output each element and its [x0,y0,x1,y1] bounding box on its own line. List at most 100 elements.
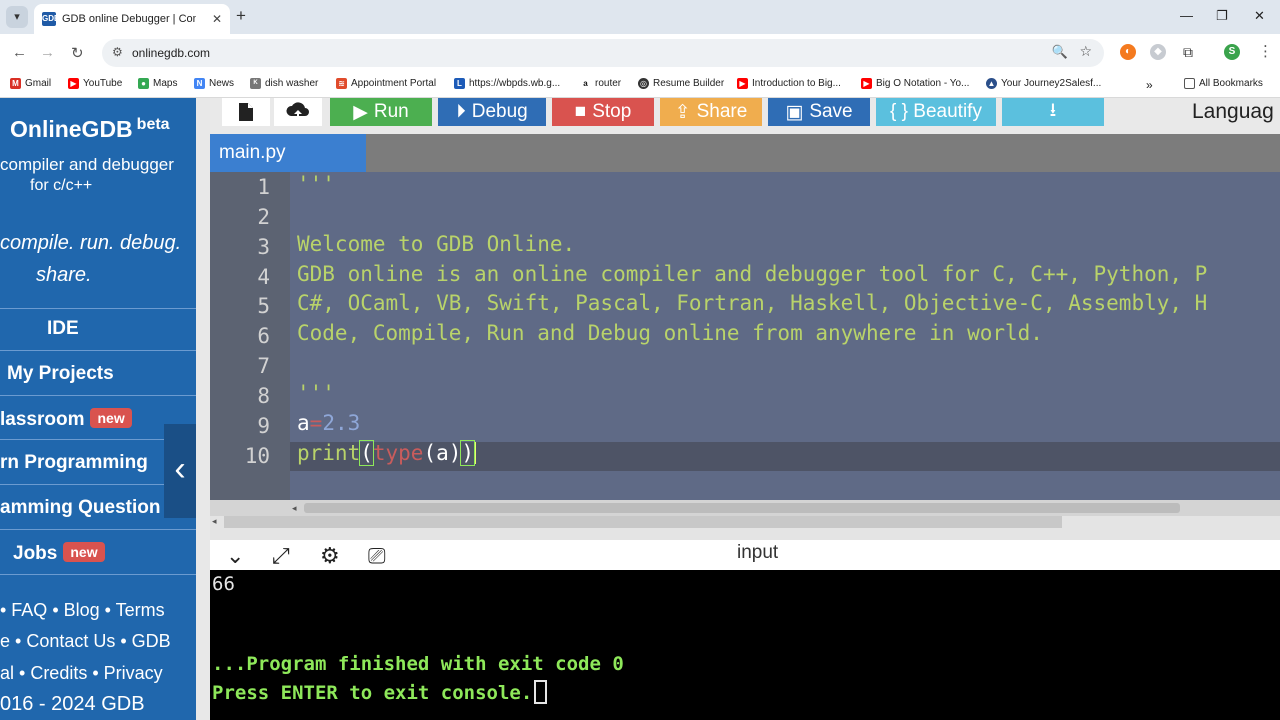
nav-divider [0,350,196,351]
footer-links-2[interactable]: e • Contact Us • GDB [0,631,171,652]
bracket-token: ) [460,440,476,466]
stop-square-icon: ■ [574,101,587,122]
bookmark-big-o[interactable]: ▶ Big O Notation - Yo... [861,78,969,89]
youtube-icon: ▶ [737,78,748,89]
argument-token: (a) [423,441,462,465]
bookmark-star-icon[interactable]: ☆ [1079,43,1092,60]
folder-icon [1184,78,1195,89]
browser-menu-icon[interactable]: ⋮ [1258,42,1273,60]
press-enter-message: Press ENTER to exit console. [212,680,548,704]
scroll-left-icon[interactable]: ◂ [292,500,297,516]
play-icon: ▶ [353,101,368,123]
extension-shield-icon[interactable]: ◆ [1150,44,1166,60]
minimize-window-icon[interactable]: — [1180,8,1193,23]
kaff-icon: K [250,78,261,89]
wbpds-icon: L [454,78,465,89]
input-label[interactable]: input [737,542,778,564]
subtitle-line-2: for c/c++ [30,177,93,194]
appointment-icon: ≋ [336,78,347,89]
upload-cloud-icon[interactable] [274,98,322,126]
resume-builder-icon: ◎ [638,78,649,89]
share-button[interactable]: ⇪ Share [660,98,762,126]
line-number: 8 [257,384,270,408]
scrollbar-thumb[interactable] [304,503,1180,513]
youtube-icon: ▶ [68,78,79,89]
reload-icon[interactable]: ↻ [71,44,84,62]
sidebar-edge [196,98,210,720]
new-tab-plus-icon[interactable]: + [236,6,246,26]
nav-jobs[interactable]: Jobs new [13,542,196,565]
profile-avatar[interactable]: S [1224,44,1240,60]
bookmark-resume-builder[interactable]: ◎ Resume Builder [638,78,724,89]
zoom-icon[interactable]: 🔍 [1052,44,1068,60]
program-finished-message: ...Program finished with exit code 0 [212,653,624,675]
restore-window-icon[interactable]: ❐ [1216,8,1228,24]
variable-token: a [297,411,310,435]
scroll-left-icon[interactable]: ◂ [212,516,217,527]
footer-links-1[interactable]: • FAQ • Blog • Terms [0,600,165,621]
gear-icon[interactable]: ⚙ [320,543,340,569]
file-tabs: main.py [210,134,1280,172]
save-button[interactable]: ▣ Save [768,98,870,126]
code-line-1: ''' [297,172,335,196]
debug-button[interactable]: ⏵ Debug [438,98,546,126]
site-info-icon[interactable]: ⚙ [112,45,123,59]
clear-console-icon[interactable]: ⎚ [368,543,386,569]
download-button[interactable]: ⭳ [1002,98,1104,126]
bookmarks-overflow-icon[interactable]: » [1146,78,1153,92]
maps-pin-icon: ● [138,78,149,89]
bookmarks-bar: M Gmail ▶ YouTube ● Maps N News Kdish washer… [0,72,1280,98]
brand-logo[interactable]: OnlineGDB beta [10,116,170,143]
code-editor[interactable]: 1 2 3 4 5 6 7 8 9 10 ''' Welcome to GDB … [210,172,1280,516]
bookmark-dish-washer[interactable]: Kdish washer [250,78,318,89]
chevron-down-icon[interactable]: ⌄ [226,543,244,569]
address-bar[interactable]: ⚙ onlinegdb.com 🔍 ☆ [102,39,1104,67]
all-bookmarks[interactable]: All Bookmarks [1184,78,1263,89]
bookmark-news[interactable]: N News [194,78,234,89]
beautify-button[interactable]: { } Beautify [876,98,996,126]
sidebar: OnlineGDB beta compiler and debugger for … [0,98,196,720]
address-url[interactable]: onlinegdb.com [132,46,210,60]
line-number: 1 [257,175,270,199]
nav-divider [0,529,196,530]
nav-divider [0,574,196,575]
extension-orange-icon[interactable]: ◐ [1120,44,1136,60]
close-tab-icon[interactable]: ✕ [212,12,222,26]
console-output-line: 66 [212,573,235,595]
footer-links-3[interactable]: al • Credits • Privacy [0,663,163,684]
bookmark-maps[interactable]: ● Maps [138,78,177,89]
editor-horizontal-scrollbar[interactable]: ◂ [290,500,1280,516]
extensions-puzzle-icon[interactable]: ⧉ [1180,44,1196,60]
tab-search-chevron-icon[interactable]: ▾ [6,6,28,28]
line-number: 6 [257,324,270,348]
nav-my-projects[interactable]: My Projects [7,363,196,385]
language-label: Languag [1192,100,1274,123]
new-file-icon[interactable] [222,98,270,126]
back-arrow-icon[interactable]: ← [12,44,27,61]
page-horizontal-scrollbar[interactable]: ◂ [210,516,1280,540]
stop-button[interactable]: ■ Stop [552,98,654,126]
bookmark-youtube[interactable]: ▶ YouTube [68,78,122,89]
line-number: 7 [257,354,270,378]
collapse-sidebar-chevron-icon[interactable]: ‹ [164,424,196,518]
bookmark-wbpds[interactable]: Lhttps://wbpds.wb.g... [454,78,560,89]
bookmark-router[interactable]: a router [580,78,621,89]
new-badge: new [90,408,132,428]
nav-ide[interactable]: IDE [47,318,196,340]
bookmark-intro-big[interactable]: ▶ Introduction to Big... [737,78,841,89]
close-window-icon[interactable]: ✕ [1254,8,1265,24]
run-button[interactable]: ▶ Run [330,98,432,126]
bookmark-gmail[interactable]: M Gmail [10,78,51,89]
bookmark-journey-salesforce[interactable]: ▲ Your Journey2Salesf... [986,78,1101,89]
action-bar: ▶ Run ⏵ Debug ■ Stop ⇪ Share ▣ Save { } Beaut… [210,98,1280,134]
salesforce-icon: ▲ [986,78,997,89]
scrollbar-thumb[interactable] [224,516,1062,528]
browser-tab[interactable]: GDB GDB online Debugger | Compiler ✕ [34,4,230,34]
bookmark-appointment-portal[interactable]: ≋ Appointment Portal [336,78,436,89]
new-badge: new [63,542,105,562]
expand-icon[interactable]: ⤢ [272,543,290,569]
console-output[interactable]: 66 ...Program finished with exit code 0 … [210,570,1280,720]
code-line-9: a=2.3 [297,411,360,435]
forward-arrow-icon[interactable]: → [40,44,55,61]
file-tab-main[interactable]: main.py [210,134,366,172]
